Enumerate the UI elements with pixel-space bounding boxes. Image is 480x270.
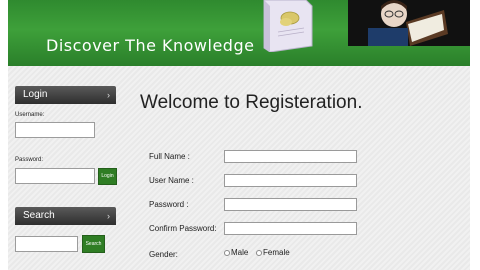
login-header-label: Login — [23, 89, 48, 100]
gender-label: Gender: — [149, 250, 178, 259]
right-frame-strip — [470, 0, 480, 270]
gender-female-option[interactable]: Female — [256, 248, 290, 257]
password-label: Password: — [15, 157, 44, 163]
password-form-label: Password : — [149, 200, 189, 209]
female-label: Female — [263, 248, 290, 257]
search-input[interactable] — [15, 236, 78, 252]
confirm-password-input[interactable] — [224, 222, 357, 235]
chevron-right-icon: › — [107, 90, 110, 100]
left-frame-strip — [0, 0, 8, 270]
female-radio[interactable] — [256, 249, 262, 256]
login-button[interactable]: Login — [98, 168, 117, 185]
page-title: Welcome to Registeration. — [140, 92, 363, 113]
child-reading-icon — [348, 0, 470, 46]
user-name-label: User Name : — [149, 176, 194, 185]
male-radio[interactable] — [224, 249, 230, 256]
male-label: Male — [231, 248, 249, 257]
banner-tagline: Discover The Knowledge — [46, 36, 255, 55]
password-input[interactable] — [15, 168, 95, 184]
username-input[interactable] — [15, 122, 95, 138]
full-name-input[interactable] — [224, 150, 357, 163]
gender-male-option[interactable]: Male — [224, 248, 248, 257]
book-icon — [263, 0, 313, 52]
login-header: Login › — [15, 86, 116, 104]
header-banner: Discover The Knowledge — [8, 0, 470, 66]
search-header: Search › — [15, 207, 116, 225]
search-header-label: Search — [23, 210, 55, 221]
full-name-label: Full Name : — [149, 152, 190, 161]
confirm-password-label: Confirm Password: — [149, 224, 217, 233]
chevron-right-icon: › — [107, 211, 110, 221]
username-label: Username: — [15, 112, 45, 118]
search-button[interactable]: Search — [82, 235, 105, 253]
user-name-input[interactable] — [224, 174, 357, 187]
password-form-input[interactable] — [224, 198, 357, 211]
